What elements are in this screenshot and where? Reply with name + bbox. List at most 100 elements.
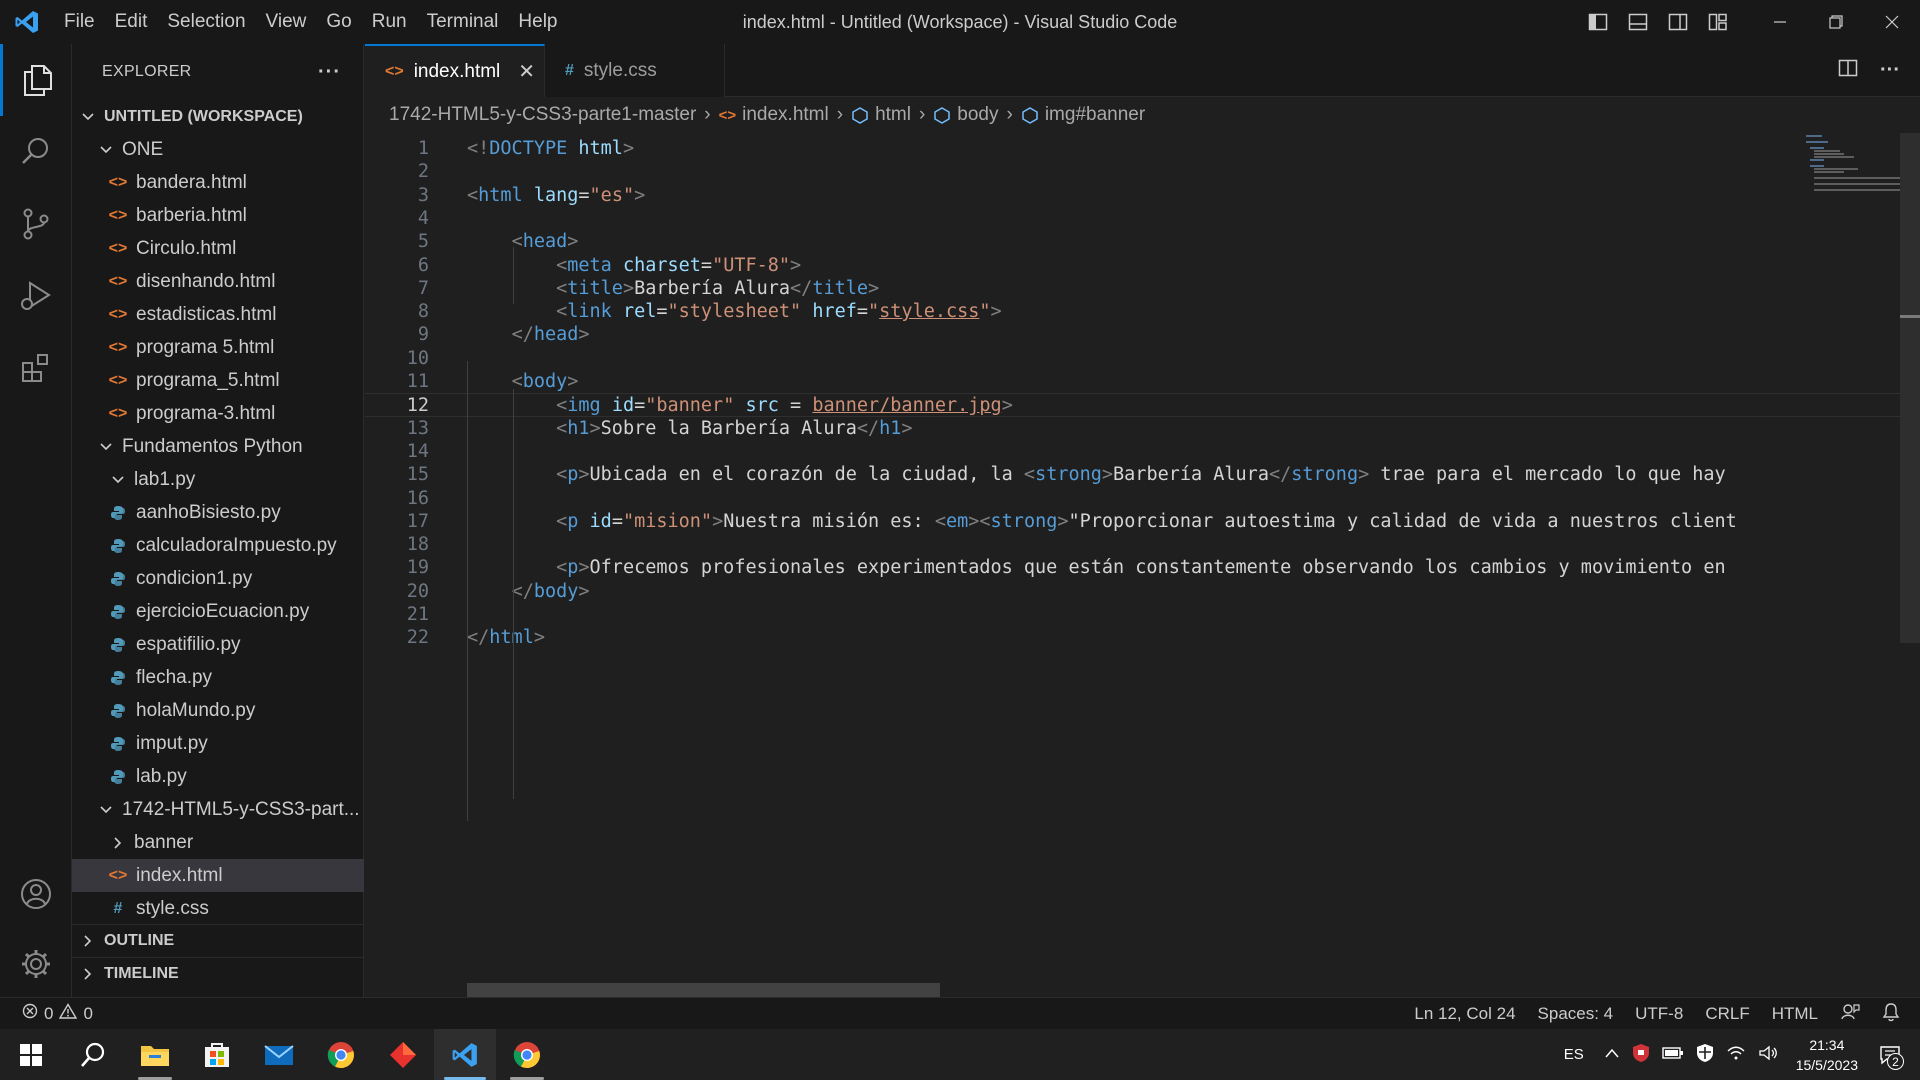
security-shield-icon[interactable] [1632, 1043, 1650, 1067]
code-line[interactable]: 4 [365, 207, 1900, 230]
code-line[interactable]: 14 [365, 440, 1900, 463]
clock[interactable]: 21:34 15/5/2023 [1796, 1035, 1858, 1075]
more-actions-icon[interactable]: ··· [1880, 59, 1900, 82]
breadcrumb-html[interactable]: html [875, 104, 911, 126]
tree-file-holamundo-py[interactable]: holaMundo.py [72, 694, 364, 727]
explorer-icon[interactable] [0, 44, 72, 116]
toggle-secondary-sidebar-icon[interactable] [1658, 0, 1698, 44]
tab-index-html[interactable]: <> index.html ✕ [365, 44, 545, 97]
notifications-bell-icon[interactable] [1882, 1002, 1900, 1027]
code-line[interactable]: 19 <p>Ofrecemos profesionales experiment… [365, 556, 1900, 579]
language-mode[interactable]: HTML [1772, 1004, 1818, 1024]
menu-view[interactable]: View [256, 0, 317, 44]
tree-file-lab-py[interactable]: lab.py [72, 760, 364, 793]
menu-help[interactable]: Help [508, 0, 567, 44]
code-line[interactable]: 5 <head> [365, 230, 1900, 253]
code-line[interactable]: 13 <h1>Sobre la Barbería Alura</h1> [365, 417, 1900, 440]
close-tab-icon[interactable]: ✕ [518, 59, 535, 84]
tree-file-index-html[interactable]: <> index.html [72, 859, 364, 892]
tree-file-programa-3-html[interactable]: <> programa-3.html [72, 397, 364, 430]
cursor-position[interactable]: Ln 12, Col 24 [1414, 1004, 1515, 1024]
volume-icon[interactable] [1758, 1045, 1778, 1065]
accounts-icon[interactable] [0, 858, 72, 930]
code-line[interactable]: 20 </body> [365, 580, 1900, 603]
horizontal-scrollbar[interactable] [467, 983, 940, 997]
explorer-more-actions-icon[interactable]: ··· [318, 61, 341, 84]
toggle-primary-sidebar-icon[interactable] [1578, 0, 1618, 44]
end-of-line[interactable]: CRLF [1705, 1004, 1749, 1024]
code-line[interactable]: 3 <html lang="es"> [365, 184, 1900, 207]
menu-terminal[interactable]: Terminal [417, 0, 509, 44]
code-line[interactable]: 17 <p id="mision">Nuestra misión es: <em… [365, 510, 1900, 533]
code-line[interactable]: 18 [365, 533, 1900, 556]
defender-shield-icon[interactable] [1696, 1043, 1714, 1067]
tree-file-style-css[interactable]: # style.css [72, 892, 364, 925]
timeline-section[interactable]: TIMELINE [72, 957, 364, 990]
code-line[interactable]: 16 [365, 487, 1900, 510]
customize-layout-icon[interactable] [1698, 0, 1738, 44]
feedback-icon[interactable] [1840, 1002, 1860, 1027]
code-line[interactable]: 21 [365, 603, 1900, 626]
code-editor[interactable]: 1 <!DOCTYPE html> 2 3 <html lang="es"> 4 5 <he… [365, 133, 1920, 997]
code-line[interactable]: 6 <meta charset="UTF-8"> [365, 254, 1900, 277]
workspace-header[interactable]: UNTITLED (WORKSPACE) [72, 100, 364, 133]
tree-folder-lab1-py[interactable]: lab1.py [72, 463, 364, 496]
close-window-icon[interactable] [1864, 0, 1920, 44]
tree-file-calculadoraimpuesto-py[interactable]: calculadoraImpuesto.py [72, 529, 364, 562]
problems-indicator[interactable]: 0 0 [0, 1003, 93, 1024]
code-line[interactable]: 22 </html> [365, 626, 1900, 649]
tree-file-aanhobisiesto-py[interactable]: aanhoBisiesto.py [72, 496, 364, 529]
code-line[interactable]: 11 <body> [365, 370, 1900, 393]
wifi-icon[interactable] [1726, 1045, 1746, 1065]
chrome-icon[interactable] [310, 1029, 372, 1080]
vscode-taskbar-icon[interactable] [434, 1029, 496, 1080]
tree-file-espatifilio-py[interactable]: espatifilio.py [72, 628, 364, 661]
code-line[interactable]: 12 <img id="banner" src = banner/banner.… [365, 393, 1900, 417]
tree-file-flecha-py[interactable]: flecha.py [72, 661, 364, 694]
battery-icon[interactable] [1662, 1046, 1684, 1064]
tree-file-programa-5-html[interactable]: <> programa_5.html [72, 364, 364, 397]
app-diamond-icon[interactable] [372, 1029, 434, 1080]
run-debug-icon[interactable] [0, 260, 72, 332]
search-icon[interactable] [0, 116, 72, 188]
menu-selection[interactable]: Selection [157, 0, 255, 44]
breadcrumb-folder[interactable]: 1742-HTML5-y-CSS3-parte1-master [389, 104, 696, 126]
tree-file-condicion1-py[interactable]: condicion1.py [72, 562, 364, 595]
code-line[interactable]: 15 <p>Ubicada en el corazón de la ciudad… [365, 463, 1900, 486]
tree-folder-banner[interactable]: banner [72, 826, 364, 859]
show-hidden-icons-icon[interactable] [1604, 1046, 1620, 1063]
tree-file-programa-5-html[interactable]: <> programa 5.html [72, 331, 364, 364]
tree-file-estadisticas-html[interactable]: <> estadisticas.html [72, 298, 364, 331]
tree-file-circulo-html[interactable]: <> Circulo.html [72, 232, 364, 265]
input-language[interactable]: ES [1564, 1046, 1584, 1063]
encoding[interactable]: UTF-8 [1635, 1004, 1683, 1024]
tree-file-barberia-html[interactable]: <> barberia.html [72, 199, 364, 232]
vertical-scrollbar[interactable] [1900, 133, 1920, 643]
breadcrumb-body[interactable]: body [957, 104, 998, 126]
code-line[interactable]: 1 <!DOCTYPE html> [365, 137, 1900, 160]
taskbar-search-icon[interactable] [62, 1029, 124, 1080]
code-line[interactable]: 8 <link rel="stylesheet" href="style.css… [365, 300, 1900, 323]
mail-icon[interactable] [248, 1029, 310, 1080]
tree-file-disenhando-html[interactable]: <> disenhando.html [72, 265, 364, 298]
code-line[interactable]: 9 </head> [365, 323, 1900, 346]
extensions-icon[interactable] [0, 332, 72, 404]
microsoft-store-icon[interactable] [186, 1029, 248, 1080]
notification-center-icon[interactable]: 2 [1870, 1029, 1910, 1080]
menu-file[interactable]: File [54, 0, 105, 44]
tab-style-css[interactable]: # style.css [545, 44, 725, 97]
menu-edit[interactable]: Edit [105, 0, 158, 44]
code-line[interactable]: 2 [365, 160, 1900, 183]
chrome-icon[interactable] [496, 1029, 558, 1080]
breadcrumb-img[interactable]: img#banner [1045, 104, 1145, 126]
tree-file-imput-py[interactable]: imput.py [72, 727, 364, 760]
minimize-icon[interactable] [1752, 0, 1808, 44]
source-control-icon[interactable] [0, 188, 72, 260]
code-line[interactable]: 7 <title>Barbería Alura</title> [365, 277, 1900, 300]
tree-file-ejercicioecuacion-py[interactable]: ejercicioEcuacion.py [72, 595, 364, 628]
file-explorer-icon[interactable] [124, 1029, 186, 1080]
tree-folder-one[interactable]: ONE [72, 133, 364, 166]
restore-icon[interactable] [1808, 0, 1864, 44]
menu-go[interactable]: Go [316, 0, 361, 44]
toggle-panel-icon[interactable] [1618, 0, 1658, 44]
